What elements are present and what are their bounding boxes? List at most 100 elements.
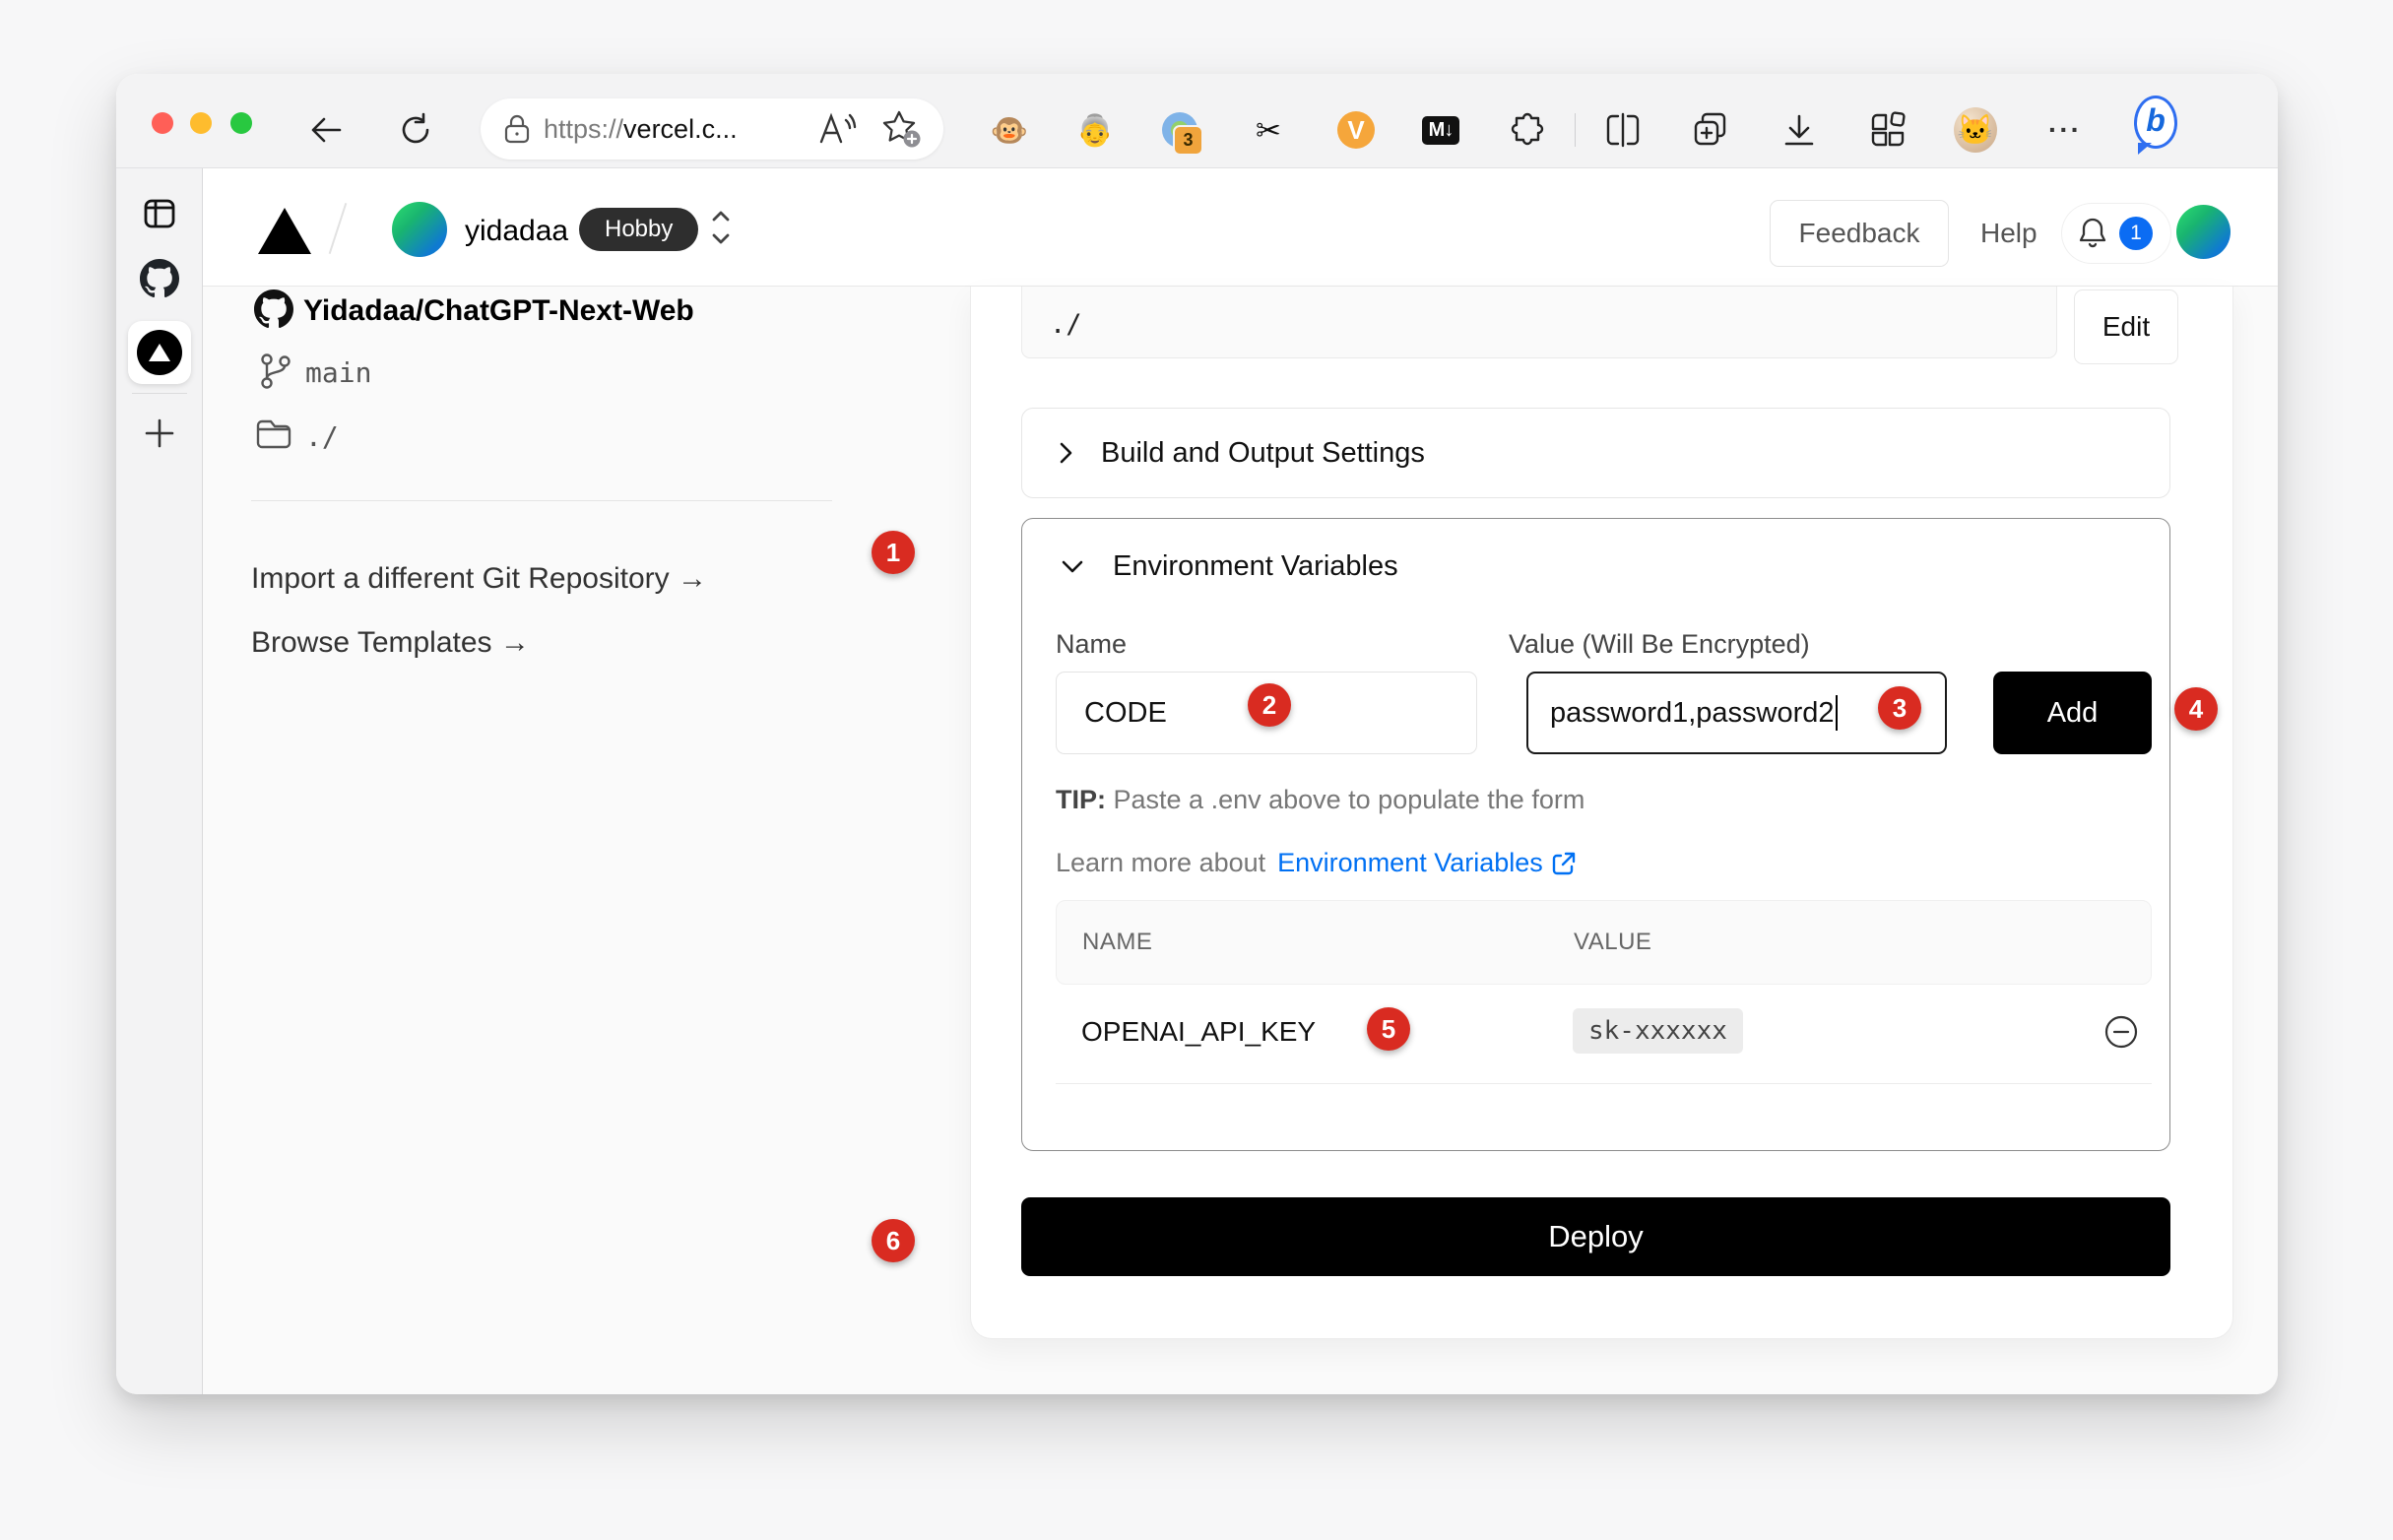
- annotation-badge-4: 4: [2174, 687, 2218, 731]
- text-caret: [1836, 695, 1838, 731]
- env-row-value: sk-xxxxxx: [1573, 1008, 1743, 1054]
- split-screen-button[interactable]: [1601, 108, 1645, 152]
- team-avatar[interactable]: [392, 202, 447, 257]
- add-favorite-icon[interactable]: [880, 109, 922, 149]
- annotation-badge-3: 3: [1878, 686, 1921, 730]
- profile-photo: 🐱: [1954, 107, 1997, 153]
- puzzle-icon: [1510, 111, 1547, 149]
- downloads-button[interactable]: [1778, 108, 1821, 152]
- annotation-badge-1: 1: [872, 531, 915, 574]
- screen: https://vercel.c... 🐵 👵 3 ✂ V M↓: [0, 0, 2393, 1540]
- lock-icon: [504, 114, 530, 144]
- minimize-window-button[interactable]: [190, 112, 212, 134]
- github-icon: [140, 259, 179, 298]
- env-row-divider: [1056, 1083, 2152, 1084]
- zoom-window-button[interactable]: [230, 112, 252, 134]
- extensions-menu-button[interactable]: [1507, 108, 1550, 152]
- folder-icon: [254, 416, 293, 456]
- bing-chat-button[interactable]: b: [2134, 100, 2177, 144]
- plan-badge: Hobby: [579, 208, 698, 251]
- root-directory-input[interactable]: ./: [1021, 287, 2057, 358]
- build-settings-section[interactable]: Build and Output Settings: [1021, 408, 2170, 498]
- tab-preview-button[interactable]: [116, 196, 203, 231]
- deploy-button[interactable]: Deploy: [1021, 1197, 2170, 1276]
- remove-env-button[interactable]: [2103, 1014, 2139, 1055]
- team-name[interactable]: yidadaa: [465, 215, 568, 248]
- download-icon: [1780, 111, 1818, 149]
- vercel-logo[interactable]: [258, 208, 311, 254]
- extension-vimium-icon[interactable]: V: [1334, 108, 1378, 152]
- browser-profile-avatar[interactable]: 🐱: [1954, 108, 1997, 152]
- env-table-header: NAME VALUE: [1056, 900, 2152, 985]
- extension-tampermonkey-icon[interactable]: 🐵: [988, 108, 1031, 152]
- breadcrumb-slash: [329, 203, 348, 254]
- ellipsis-icon: ···: [2048, 114, 2082, 146]
- notification-count-badge: 1: [2119, 217, 2153, 250]
- browse-templates-link[interactable]: Browse Templates →: [251, 626, 530, 660]
- extension-persona-icon[interactable]: 👵: [1073, 108, 1117, 152]
- left-divider: [251, 500, 832, 501]
- split-screen-icon: [1604, 111, 1642, 149]
- proxy-circle-icon: 3: [1162, 112, 1197, 148]
- workspaces-grid-icon: [1868, 110, 1908, 150]
- bell-icon: [2076, 216, 2109, 251]
- browser-toolbar: https://vercel.c... 🐵 👵 3 ✂ V M↓: [116, 74, 2278, 167]
- git-branch-icon: [258, 352, 293, 396]
- value-label: Value (Will Be Encrypted): [1509, 629, 1810, 660]
- url-text: https://vercel.c...: [544, 114, 738, 145]
- value-column-header: VALUE: [1574, 929, 1651, 956]
- extension-clipper-icon[interactable]: ✂: [1247, 108, 1290, 152]
- annotation-badge-5: 5: [1367, 1007, 1410, 1051]
- feedback-button[interactable]: Feedback: [1770, 200, 1949, 267]
- read-aloud-icon[interactable]: [817, 112, 857, 146]
- collections-button[interactable]: [1689, 108, 1732, 152]
- url-host: vercel.c...: [623, 114, 738, 144]
- chevron-down-icon: [1058, 556, 1087, 578]
- url-protocol: https://: [544, 114, 623, 144]
- repo-name: Yidadaa/ChatGPT-Next-Web: [303, 294, 694, 328]
- name-column-header: NAME: [1082, 929, 1152, 956]
- branch-name: main: [305, 356, 371, 389]
- extension-proxy-icon[interactable]: 3: [1158, 108, 1201, 152]
- browser-window: https://vercel.c... 🐵 👵 3 ✂ V M↓: [116, 74, 2278, 1394]
- env-docs-link[interactable]: Environment Variables: [1277, 848, 1543, 878]
- environment-variables-section: Environment Variables Name Value (Will B…: [1021, 518, 2170, 1151]
- tab-github[interactable]: [116, 259, 203, 298]
- annotation-badge-6: 6: [872, 1219, 915, 1262]
- root-directory-label: ./: [305, 420, 339, 453]
- import-repo-link[interactable]: Import a different Git Repository →: [251, 562, 707, 596]
- proxy-count-badge: 3: [1173, 125, 1203, 156]
- name-label: Name: [1056, 629, 1127, 660]
- add-env-button[interactable]: Add: [1993, 672, 2152, 754]
- annotation-badge-2: 2: [1248, 683, 1291, 727]
- help-link[interactable]: Help: [1980, 218, 2037, 249]
- workspaces-button[interactable]: [1866, 108, 1909, 152]
- chevron-updown-icon: [707, 204, 735, 251]
- vercel-tab-icon: [137, 330, 182, 375]
- vertical-tab-strip: [116, 168, 203, 1394]
- bing-icon: b: [2134, 96, 2177, 149]
- plus-icon: [143, 417, 176, 450]
- address-bar[interactable]: https://vercel.c...: [481, 98, 943, 160]
- team-switcher[interactable]: [707, 204, 735, 256]
- edit-button[interactable]: Edit: [2074, 289, 2178, 364]
- notifications-button[interactable]: 1: [2062, 204, 2170, 263]
- settings-menu-button[interactable]: ···: [2043, 108, 2087, 152]
- back-button[interactable]: [305, 108, 349, 152]
- tip-text: TIP: Paste a .env above to populate the …: [1056, 785, 1585, 815]
- user-avatar[interactable]: [2176, 205, 2231, 259]
- browser-body: yidadaa Hobby Feedback Help 1: [116, 167, 2278, 1394]
- vercel-header: yidadaa Hobby Feedback Help 1: [203, 168, 2278, 287]
- reload-button[interactable]: [394, 108, 437, 152]
- tab-vercel-active[interactable]: [128, 321, 191, 384]
- env-section-toggle[interactable]: Environment Variables: [1058, 550, 1398, 583]
- extension-markdown-icon[interactable]: M↓: [1419, 108, 1462, 152]
- import-config-panel: ./ Edit Build and Output Settings Enviro…: [970, 287, 2233, 1339]
- reload-icon: [397, 111, 434, 149]
- tab-panel-icon: [142, 196, 177, 231]
- close-window-button[interactable]: [152, 112, 173, 134]
- new-tab-button[interactable]: [116, 417, 203, 450]
- toolbar-divider: [1575, 113, 1576, 147]
- vercel-page: yidadaa Hobby Feedback Help 1: [203, 168, 2278, 1394]
- external-link-icon[interactable]: [1551, 851, 1577, 876]
